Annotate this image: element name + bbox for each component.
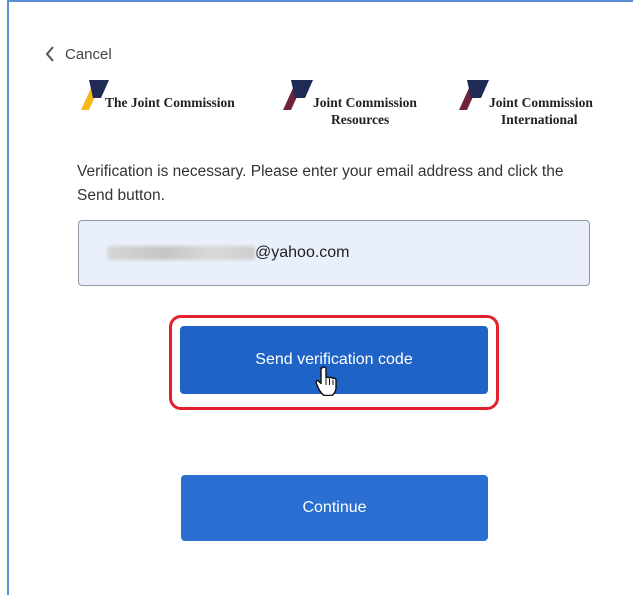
redacted-email-username bbox=[107, 246, 255, 260]
logo-jc-resources: Joint Commission Resources bbox=[283, 80, 453, 132]
cancel-link[interactable]: Cancel bbox=[45, 42, 112, 66]
joint-commission-logos: The Joint Commission Joint Commission Re… bbox=[81, 80, 621, 132]
logo-subtitle: Resources bbox=[331, 112, 390, 127]
email-domain: @yahoo.com bbox=[255, 244, 350, 261]
cancel-label: Cancel bbox=[65, 45, 112, 63]
jc-mark-maroon-icon bbox=[459, 80, 489, 110]
chevron-left-icon bbox=[45, 46, 55, 62]
email-field[interactable]: @yahoo.com bbox=[78, 220, 590, 286]
continue-button[interactable]: Continue bbox=[181, 475, 488, 541]
logo-the-joint-commission: The Joint Commission bbox=[81, 80, 281, 132]
logo-title: Joint Commission bbox=[489, 95, 593, 110]
logo-subtitle: International bbox=[501, 112, 578, 127]
jc-mark-maroon-icon bbox=[283, 80, 313, 110]
logo-title: The Joint Commission bbox=[105, 95, 235, 110]
logo-jc-international: Joint Commission International bbox=[459, 80, 621, 132]
verification-panel: Cancel The Joint Commission Joint Commis… bbox=[7, 0, 633, 595]
instructions-text: Verification is necessary. Please enter … bbox=[77, 163, 564, 204]
hand-pointer-cursor-icon bbox=[315, 366, 337, 401]
logo-title: Joint Commission bbox=[313, 95, 417, 110]
